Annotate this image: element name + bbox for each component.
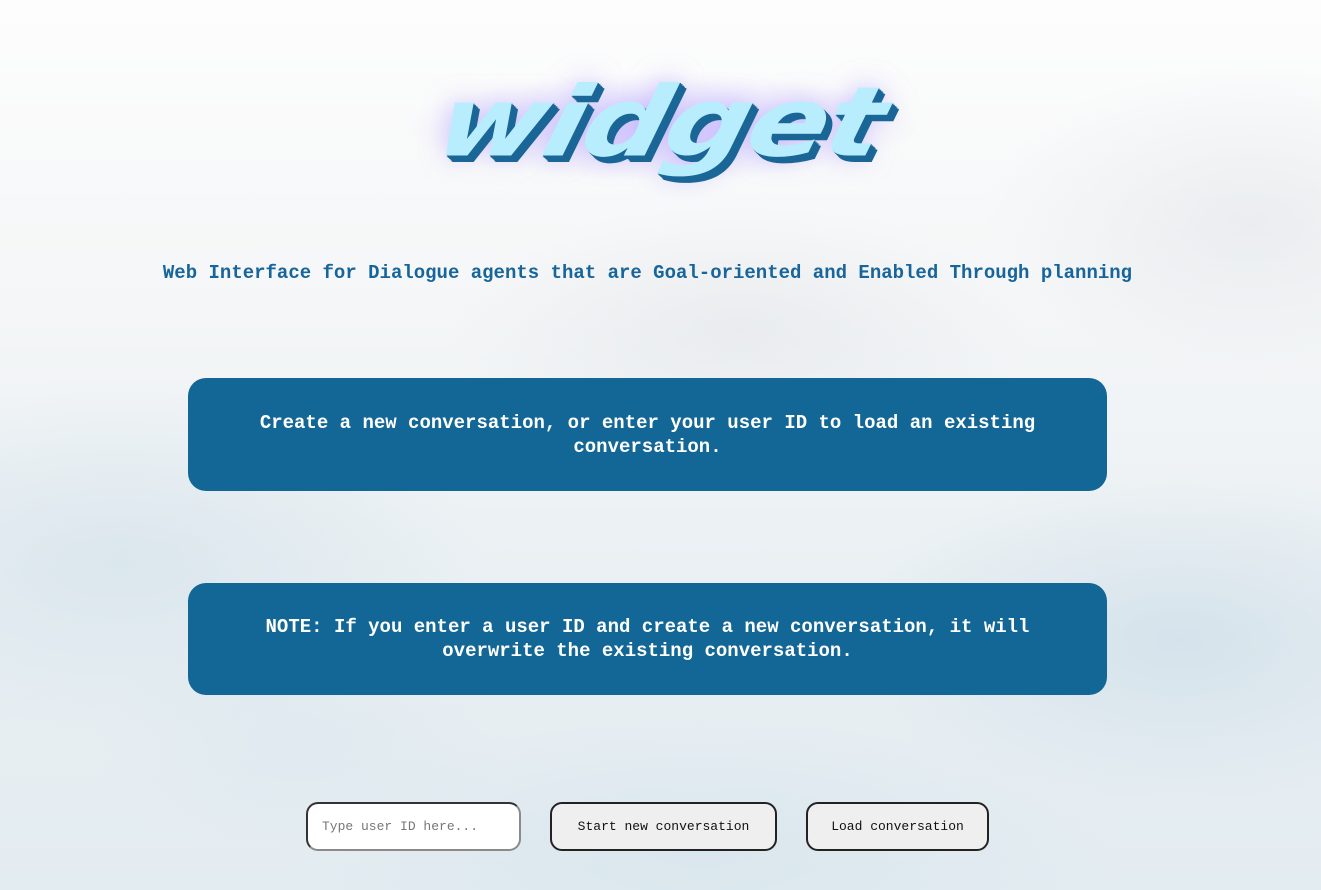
info-panel: Create a new conversation, or enter your…: [188, 378, 1107, 491]
start-new-conversation-button[interactable]: Start new conversation: [550, 802, 777, 851]
logo: widget: [381, 52, 941, 192]
conversation-controls: Start new conversation Load conversation: [0, 802, 1321, 851]
header: widget: [0, 52, 1321, 192]
load-conversation-button[interactable]: Load conversation: [806, 802, 989, 851]
info-panel-text: Create a new conversation, or enter your…: [259, 411, 1036, 458]
logo-wordmark: widget: [424, 65, 897, 179]
app-subtitle: Web Interface for Dialogue agents that a…: [162, 262, 1133, 284]
user-id-input[interactable]: [306, 802, 521, 851]
note-panel: NOTE: If you enter a user ID and create …: [188, 583, 1107, 695]
note-panel-text: NOTE: If you enter a user ID and create …: [265, 616, 1030, 662]
